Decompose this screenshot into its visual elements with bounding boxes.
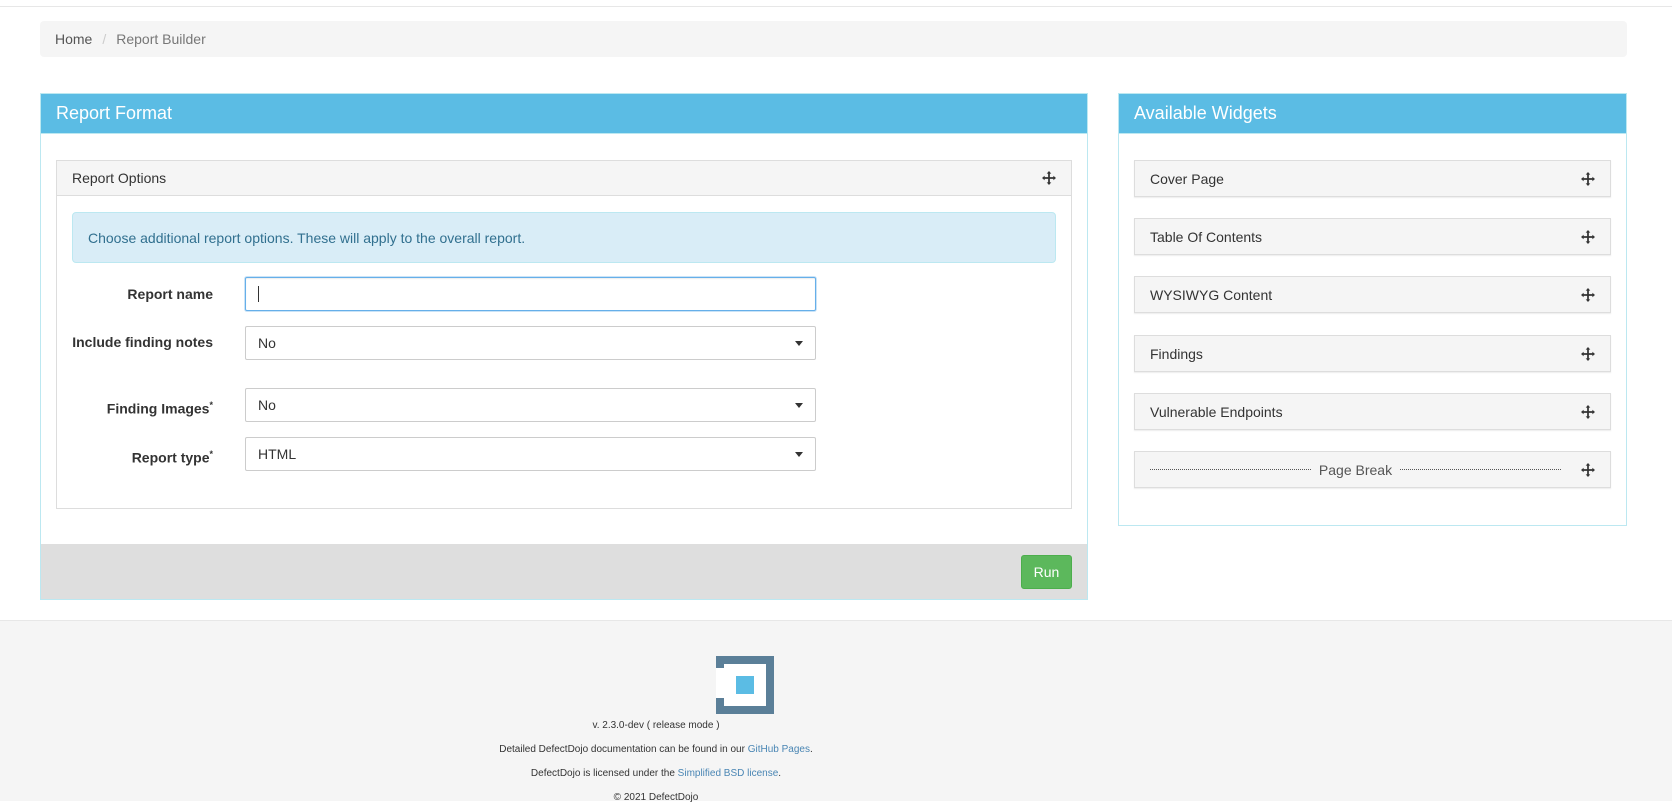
report-type-row: Report type* HTML xyxy=(72,437,1056,471)
run-button[interactable]: Run xyxy=(1021,555,1072,589)
breadcrumb-separator: / xyxy=(102,31,107,47)
widget-findings[interactable]: Findings xyxy=(1134,335,1611,372)
widget-label: WYSIWYG Content xyxy=(1150,286,1273,303)
footer-version: v. 2.3.0-dev ( release mode ) xyxy=(592,720,720,731)
report-options-info-alert: Choose additional report options. These … xyxy=(72,212,1056,263)
finding-notes-label: Include finding notes xyxy=(72,334,213,350)
footer-license: DefectDojo is licensed under the Simplif… xyxy=(530,768,782,779)
chevron-down-icon xyxy=(795,452,803,457)
footer-docs: Detailed DefectDojo documentation can be… xyxy=(499,744,813,755)
widget-cover-page[interactable]: Cover Page xyxy=(1134,160,1611,197)
page-break-divider: Page Break xyxy=(1150,462,1569,478)
report-options-heading[interactable]: Report Options xyxy=(57,161,1071,196)
finding-notes-select[interactable]: No xyxy=(245,326,816,360)
widget-label: Table Of Contents xyxy=(1150,228,1263,245)
arrows-move-icon[interactable] xyxy=(1581,287,1595,302)
page-footer: v. 2.3.0-dev ( release mode ) Detailed D… xyxy=(0,620,1672,803)
report-name-input[interactable] xyxy=(245,277,816,311)
arrows-move-icon[interactable] xyxy=(1581,171,1595,186)
widget-label: Vulnerable Endpoints xyxy=(1150,403,1283,420)
breadcrumb-home-link[interactable]: Home xyxy=(55,31,92,47)
report-format-footer: Run xyxy=(41,544,1087,599)
page-break-label: Page Break xyxy=(1318,461,1393,478)
available-widgets-heading: Available Widgets xyxy=(1119,94,1626,134)
footer-copyright: © 2021 DefectDojo xyxy=(613,792,699,803)
widget-wysiwyg-content[interactable]: WYSIWYG Content xyxy=(1134,276,1611,313)
arrows-move-icon[interactable] xyxy=(1581,462,1595,477)
report-name-label: Report name xyxy=(127,286,213,302)
report-format-heading: Report Format xyxy=(41,94,1087,134)
report-type-label: Report type* xyxy=(131,449,213,466)
top-divider xyxy=(0,6,1672,7)
available-widgets-panel: Available Widgets Cover Page Table Of Co… xyxy=(1118,93,1627,526)
widget-label: Findings xyxy=(1150,345,1203,362)
bsd-license-link[interactable]: Simplified BSD license xyxy=(678,768,779,779)
report-name-row: Report name xyxy=(72,277,1056,311)
breadcrumb-current: Report Builder xyxy=(116,31,206,47)
report-options-title: Report Options xyxy=(72,170,167,186)
finding-images-row: Finding Images* No xyxy=(72,388,1056,422)
widget-page-break[interactable]: Page Break xyxy=(1134,451,1611,488)
widget-table-of-contents[interactable]: Table Of Contents xyxy=(1134,218,1611,255)
defectdojo-logo xyxy=(716,656,774,714)
finding-notes-row: Include finding notes No xyxy=(72,326,1056,372)
arrows-move-icon[interactable] xyxy=(1581,229,1595,244)
arrows-move-icon[interactable] xyxy=(1042,171,1056,185)
finding-notes-value: No xyxy=(258,335,276,351)
widget-vulnerable-endpoints[interactable]: Vulnerable Endpoints xyxy=(1134,393,1611,430)
dotted-line-right xyxy=(1400,469,1562,470)
github-pages-link[interactable]: GitHub Pages xyxy=(748,744,810,755)
arrows-move-icon[interactable] xyxy=(1581,346,1595,361)
text-cursor xyxy=(258,286,259,302)
breadcrumb: Home / Report Builder xyxy=(40,21,1627,57)
report-format-panel: Report Format Report Options Choose addi… xyxy=(40,93,1088,600)
chevron-down-icon xyxy=(795,341,803,346)
report-options-panel: Report Options Choose additional report … xyxy=(56,160,1072,509)
arrows-move-icon[interactable] xyxy=(1581,404,1595,419)
finding-images-select[interactable]: No xyxy=(245,388,816,422)
report-type-value: HTML xyxy=(258,446,297,462)
widget-label: Cover Page xyxy=(1150,170,1224,187)
finding-images-value: No xyxy=(258,397,276,413)
chevron-down-icon xyxy=(795,403,803,408)
finding-images-label: Finding Images* xyxy=(106,400,213,417)
dotted-line-left xyxy=(1150,469,1311,470)
report-type-select[interactable]: HTML xyxy=(245,437,816,471)
